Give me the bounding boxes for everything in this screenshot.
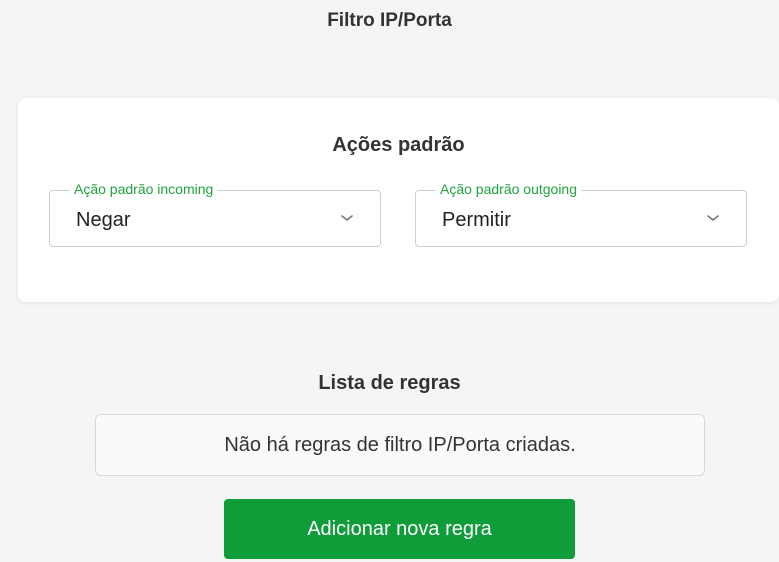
outgoing-action-select[interactable]: Ação padrão outgoing Permitir [415,181,747,247]
add-rule-button[interactable]: Adicionar nova regra [224,499,575,559]
incoming-action-label: Ação padrão incoming [70,181,218,197]
incoming-action-select[interactable]: Ação padrão incoming Negar [49,181,381,247]
chevron-down-icon [341,215,353,221]
default-actions-title: Ações padrão [332,134,465,156]
default-actions-card: Ações padrão Ação padrão incoming Negar … [18,98,779,302]
rules-empty-message: Não há regras de filtro IP/Porta criadas… [224,433,576,456]
outgoing-action-label: Ação padrão outgoing [436,181,581,197]
outgoing-action-value: Permitir [442,209,511,231]
incoming-action-value: Negar [76,209,131,231]
rules-list-title: Lista de regras [318,372,461,394]
chevron-down-icon [707,215,719,221]
page: Filtro IP/Porta Ações padrão Ação padrão… [0,0,779,562]
page-title: Filtro IP/Porta [327,10,452,31]
rules-empty-state: Não há regras de filtro IP/Porta criadas… [95,414,705,476]
